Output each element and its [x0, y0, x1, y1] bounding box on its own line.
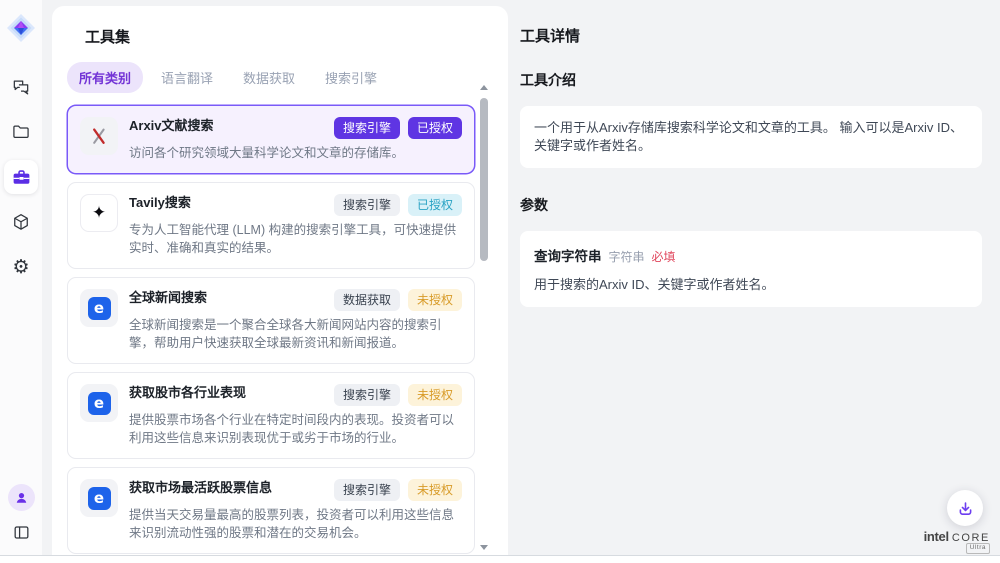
tool-name: Tavily搜索 [129, 194, 191, 212]
param-name: 查询字符串 [534, 245, 602, 265]
toolbox-icon [11, 167, 32, 188]
arxiv-logo-icon [80, 117, 118, 155]
auth-badge: 已授权 [408, 194, 462, 216]
user-avatar[interactable] [8, 484, 35, 511]
tool-description: 提供当天交易量最高的股票列表，投资者可以利用这些信息来识别流动性强的股票和潜在的… [129, 506, 462, 542]
tab-data-fetch[interactable]: 数据获取 [231, 62, 307, 93]
intel-wordmark: intel [924, 529, 949, 544]
page-title: 工具集 [85, 26, 508, 47]
auth-badge: 未授权 [408, 479, 462, 501]
sidebar-nav: ⚙ [4, 70, 38, 284]
tool-card-tavily[interactable]: ✦ Tavily搜索 搜索引擎 已授权 专为人工智能代理 (LLM) 构建的搜索… [67, 182, 475, 269]
avatar-icon [13, 489, 30, 506]
tool-description: 访问各个研究领域大量科学论文和文章的存储库。 [129, 144, 462, 162]
download-button[interactable] [947, 490, 983, 526]
tab-all-categories[interactable]: 所有类别 [67, 62, 143, 93]
category-badge: 搜索引擎 [334, 479, 400, 501]
sidebar-item-chat[interactable] [4, 70, 38, 104]
tool-description: 专为人工智能代理 (LLM) 构建的搜索引擎工具，可快速提供实时、准确和真实的结… [129, 221, 462, 257]
collapse-sidebar-button[interactable] [12, 523, 31, 542]
scrollbar-thumb[interactable] [480, 98, 488, 261]
category-badge: 搜索引擎 [334, 384, 400, 406]
tool-card-arxiv[interactable]: Arxiv文献搜索 搜索引擎 已授权 访问各个研究领域大量科学论文和文章的存储库… [67, 105, 475, 174]
news-e-icon: e [80, 289, 118, 327]
left-sidebar: ⚙ [0, 0, 42, 556]
sidebar-item-files[interactable] [4, 115, 38, 149]
intel-core-logo: intel CORE Ultra [926, 529, 990, 544]
tool-name: 获取股市各行业表现 [129, 384, 246, 402]
tool-detail-panel: 工具详情 工具介绍 一个用于从Arxiv存储库搜索科学论文和文章的工具。 输入可… [520, 0, 982, 307]
ultra-badge: Ultra [966, 543, 990, 554]
download-icon [957, 500, 974, 517]
auth-badge: 未授权 [408, 289, 462, 311]
tab-search-engine[interactable]: 搜索引擎 [313, 62, 389, 93]
folder-icon [11, 122, 31, 142]
app-window: ⚙ 工具集 所有类别 语言翻译 数据获取 搜索引擎 [0, 0, 1000, 556]
tool-name: 全球新闻搜索 [129, 289, 207, 307]
sidebar-item-models[interactable] [4, 205, 38, 239]
scroll-up-arrow-icon[interactable] [480, 85, 488, 90]
tab-translation[interactable]: 语言翻译 [149, 62, 225, 93]
sidebar-item-tools[interactable] [4, 160, 38, 194]
category-badge: 搜索引擎 [334, 194, 400, 216]
tool-name: Arxiv文献搜索 [129, 117, 214, 135]
scroll-down-arrow-icon[interactable] [480, 545, 488, 550]
finance-e-icon: e [80, 384, 118, 422]
tool-card-list: Arxiv文献搜索 搜索引擎 已授权 访问各个研究领域大量科学论文和文章的存储库… [67, 105, 475, 556]
category-badge: 数据获取 [334, 289, 400, 311]
category-badge: 搜索引擎 [334, 117, 400, 139]
gear-icon: ⚙ [12, 258, 29, 277]
list-scrollbar[interactable] [479, 85, 489, 552]
category-tabs: 所有类别 语言翻译 数据获取 搜索引擎 [67, 62, 508, 93]
tool-description: 提供股票市场各个行业在特定时间段内的表现。投资者可以利用这些信息来识别表现优于或… [129, 411, 462, 447]
tool-card-active-stocks[interactable]: e 获取市场最活跃股票信息 搜索引擎 未授权 提供当天交易量最高的股票列表，投资… [67, 467, 475, 554]
auth-badge: 未授权 [408, 384, 462, 406]
tavily-sparkle-icon: ✦ [80, 194, 118, 232]
param-type: 字符串 [609, 248, 645, 265]
stocks-e-icon: e [80, 479, 118, 517]
tool-name: 获取市场最活跃股票信息 [129, 479, 272, 497]
param-description: 用于搜索的Arxiv ID、关键字或作者姓名。 [534, 274, 968, 293]
tool-description: 全球新闻搜索是一个聚合全球各大新闻网站内容的搜索引擎，帮助用户快速获取全球最新资… [129, 316, 462, 352]
tool-card-sector-performance[interactable]: e 获取股市各行业表现 搜索引擎 未授权 提供股票市场各个行业在特定时间段内的表… [67, 372, 475, 459]
chat-icon [11, 77, 31, 97]
parameter-card: 查询字符串 字符串 必填 用于搜索的Arxiv ID、关键字或作者姓名。 [520, 231, 982, 307]
param-required-badge: 必填 [652, 248, 676, 265]
intro-card: 一个用于从Arxiv存储库搜索科学论文和文章的工具。 输入可以是Arxiv ID… [520, 106, 982, 168]
tool-list-panel: 工具集 所有类别 语言翻译 数据获取 搜索引擎 Arxiv文献搜索 [52, 6, 508, 556]
auth-badge: 已授权 [408, 117, 462, 139]
params-heading: 参数 [520, 195, 982, 215]
sidebar-item-settings[interactable]: ⚙ [4, 250, 38, 284]
gem-logo [5, 12, 37, 44]
intro-heading: 工具介绍 [520, 70, 982, 90]
cube-icon [11, 212, 31, 232]
detail-title: 工具详情 [520, 25, 982, 46]
panel-layout-icon [12, 523, 31, 542]
tool-card-global-news[interactable]: e 全球新闻搜索 数据获取 未授权 全球新闻搜索是一个聚合全球各大新闻网站内容的… [67, 277, 475, 364]
